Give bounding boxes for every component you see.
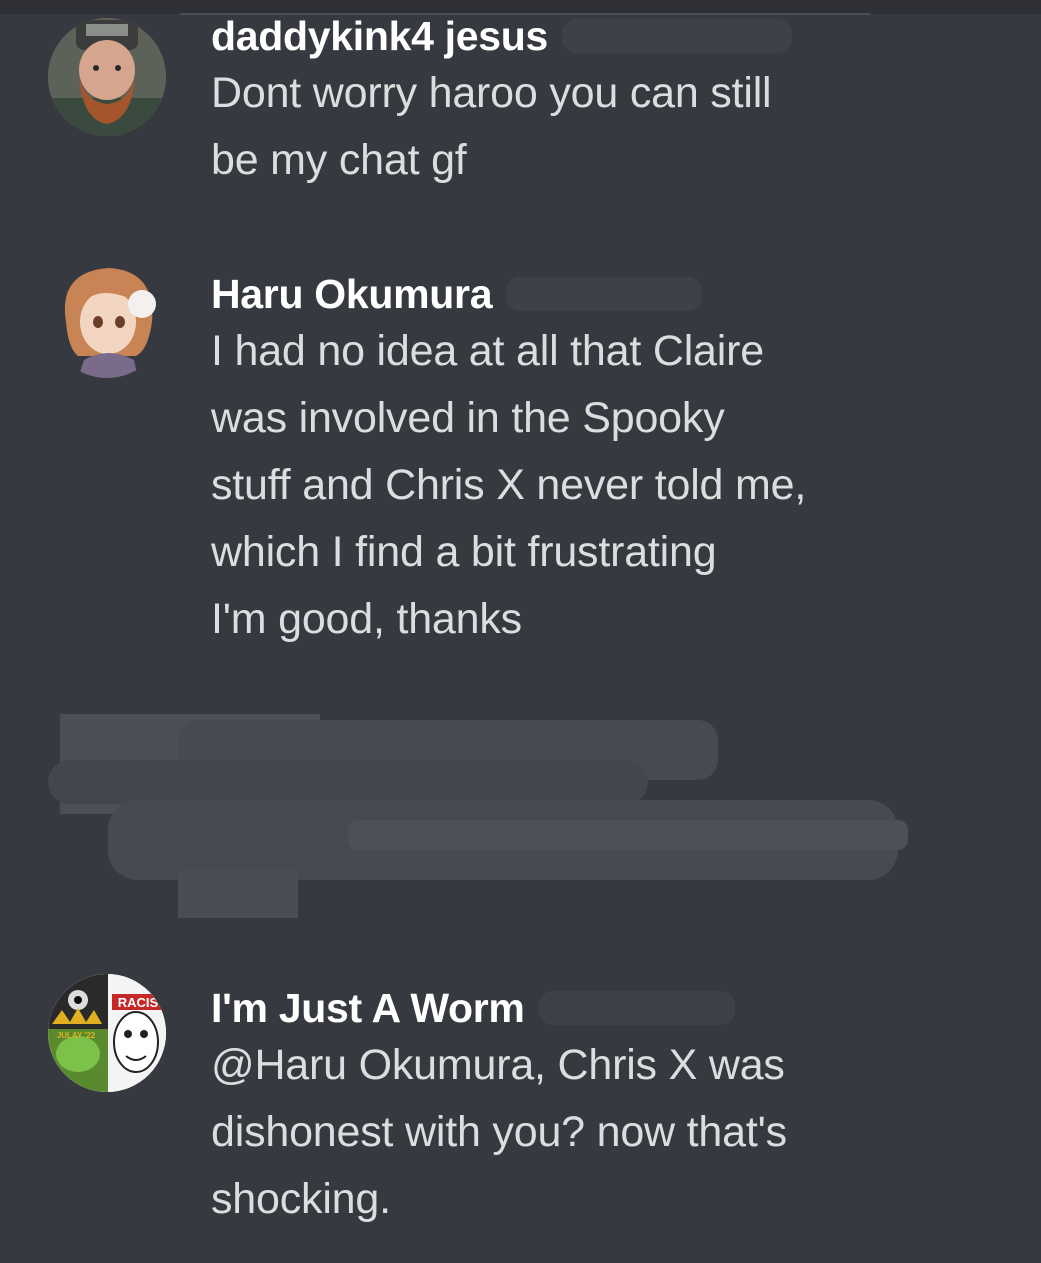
author-name[interactable]: I'm Just A Worm <box>211 985 525 1032</box>
author-name[interactable]: daddykink4 jesus <box>211 13 548 60</box>
message-header: Haru Okumura <box>211 270 1011 318</box>
message-content: daddykink4 jesus Dont worry haroo you ca… <box>211 12 1011 194</box>
message-line: Dont worry haroo you can still <box>211 69 772 117</box>
redacted-timestamp <box>506 277 703 311</box>
author-name[interactable]: Haru Okumura <box>211 271 493 318</box>
message-header: I'm Just A Worm <box>211 984 1011 1032</box>
message-line: be my chat gf <box>211 136 467 184</box>
message-line: @Haru Okumura, Chris X was <box>211 1041 785 1089</box>
message-content: Haru Okumura I had no idea at all that C… <box>211 270 1011 653</box>
message-line: I'm good, thanks <box>211 595 522 643</box>
redacted-timestamp <box>538 991 735 1025</box>
message-line: was involved in the Spooky <box>211 394 725 442</box>
message-line: which I find a bit frustrating <box>211 528 717 576</box>
message-line: shocking. <box>211 1175 391 1223</box>
avatar-text: JULAY '22 <box>57 1031 96 1040</box>
message-line: I had no idea at all that Claire <box>211 327 764 375</box>
redacted-message <box>48 700 908 925</box>
message-line: dishonest with you? now that's <box>211 1108 787 1156</box>
meme-collage-avatar-icon[interactable]: RACIS JULAY '22 <box>48 974 166 1092</box>
redacted-timestamp <box>562 19 793 53</box>
message-header: daddykink4 jesus <box>211 12 1011 60</box>
message-line: stuff and Chris X never told me, <box>211 461 807 509</box>
message-content: I'm Just A Worm @Haru Okumura, Chris X w… <box>211 984 1011 1233</box>
anime-girl-avatar-icon[interactable] <box>48 260 166 378</box>
avatar-text: RACIS <box>118 995 159 1010</box>
bearded-man-avatar-icon[interactable] <box>48 18 166 136</box>
